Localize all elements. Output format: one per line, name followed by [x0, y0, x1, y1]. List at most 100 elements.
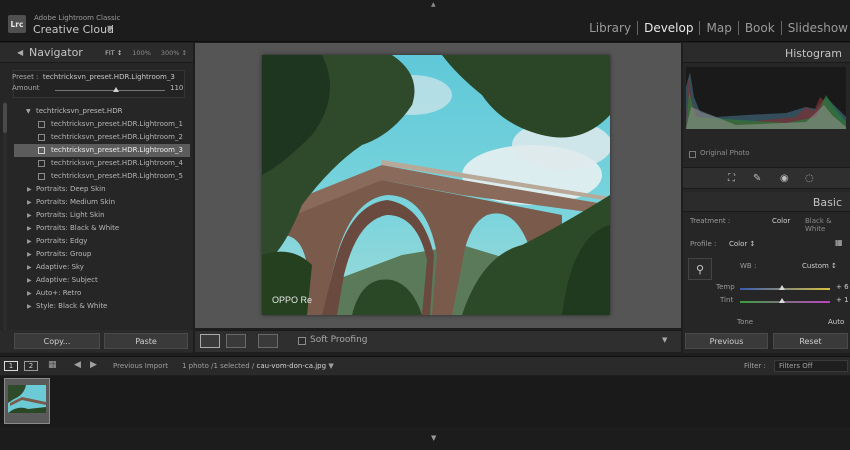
red-eye-icon[interactable]: ◉: [780, 173, 789, 184]
thumbnail-picture: [8, 385, 46, 413]
collapse-filmstrip-icon[interactable]: ▼: [431, 434, 436, 442]
navigator-header[interactable]: ◀ Navigator FIT ↕ 100% 300% ↕: [0, 43, 193, 63]
histogram-header[interactable]: Histogram: [683, 43, 850, 63]
preset-folder-hdr[interactable]: ▼ techtricksvn_preset.HDR: [14, 105, 190, 118]
temp-value[interactable]: + 6: [836, 283, 849, 291]
lightroom-logo: Lrc: [8, 15, 26, 33]
expand-arrow-icon[interactable]: ▶: [27, 196, 32, 209]
preset-item[interactable]: techtricksvn_preset.HDR.Lightroom_1: [14, 118, 190, 131]
masking-icon[interactable]: ◌: [805, 173, 814, 184]
preset-item[interactable]: techtricksvn_preset.HDR.Lightroom_2: [14, 131, 190, 144]
secondary-window-button[interactable]: 2: [24, 361, 38, 371]
preset-group[interactable]: ▶ Portraits: Edgy: [14, 235, 190, 248]
expand-arrow-icon[interactable]: ▶: [27, 183, 32, 196]
amount-value[interactable]: 110: [170, 84, 183, 92]
preset-group[interactable]: ▶ Portraits: Black & White: [14, 222, 190, 235]
previous-import-label[interactable]: Previous Import: [113, 362, 168, 370]
presets-tree: ▼ techtricksvn_preset.HDR techtricksvn_pre…: [14, 105, 190, 313]
wb-value[interactable]: Custom ↕: [802, 262, 837, 270]
back-arrow-icon[interactable]: ◀: [74, 360, 81, 370]
thumbnail-image[interactable]: [8, 385, 46, 413]
navigator-title: Navigator: [29, 46, 83, 59]
temp-slider-track[interactable]: [740, 288, 830, 290]
soft-proofing-checkbox[interactable]: [298, 337, 306, 345]
preset-group[interactable]: ▶ Adaptive: Sky: [14, 261, 190, 274]
left-scrollbar[interactable]: [3, 101, 7, 341]
main-photo[interactable]: OPPO Re: [262, 55, 610, 315]
before-after-icon[interactable]: [226, 334, 246, 348]
left-scrollbar-thumb[interactable]: [3, 103, 7, 133]
temp-slider-knob[interactable]: [779, 285, 785, 290]
profile-label: Profile :: [690, 240, 717, 248]
filename-text[interactable]: cau-vom-don-ca.jpg: [257, 362, 327, 370]
preset-group[interactable]: ▶ Style: Black & White: [14, 300, 190, 313]
expand-arrow-icon[interactable]: ▶: [27, 209, 32, 222]
module-book[interactable]: Book: [739, 21, 782, 35]
loupe-view-icon[interactable]: [200, 334, 220, 348]
preset-group-label: Auto+: Retro: [36, 289, 82, 297]
module-develop[interactable]: Develop: [638, 21, 701, 35]
previous-button[interactable]: Previous: [685, 333, 768, 349]
top-bar: ▲ Lrc Adobe Lightroom Classic Creative C…: [0, 0, 850, 42]
histogram[interactable]: [686, 67, 846, 129]
expand-arrow-icon[interactable]: ▶: [27, 300, 32, 313]
left-panel: ◀ Navigator FIT ↕ 100% 300% ↕ Preset : t…: [0, 43, 193, 353]
module-slideshow[interactable]: Slideshow: [782, 21, 850, 35]
healing-brush-icon[interactable]: ✎: [753, 173, 761, 184]
preset-group[interactable]: ▶ Portraits: Deep Skin: [14, 183, 190, 196]
wb-eyedropper-icon[interactable]: ⚲: [688, 258, 712, 280]
preset-item[interactable]: techtricksvn_preset.HDR.Lightroom_4: [14, 157, 190, 170]
primary-window-button[interactable]: 1: [4, 361, 18, 371]
module-map[interactable]: Map: [700, 21, 739, 35]
amount-slider-track[interactable]: [55, 90, 165, 91]
zoom-100[interactable]: 100%: [132, 49, 151, 57]
preset-item-label: techtricksvn_preset.HDR.Lightroom_4: [51, 159, 183, 167]
preset-item[interactable]: techtricksvn_preset.HDR.Lightroom_5: [14, 170, 190, 183]
collapse-triangle-icon[interactable]: ◀: [17, 48, 23, 57]
grid-view-icon[interactable]: ▦: [48, 360, 57, 370]
treatment-color[interactable]: Color: [772, 217, 790, 225]
expand-arrow-icon[interactable]: ▶: [27, 222, 32, 235]
paste-button[interactable]: Paste: [104, 333, 188, 349]
tint-slider-knob[interactable]: [779, 298, 785, 303]
copy-button[interactable]: Copy...: [14, 333, 100, 349]
compare-view-icon[interactable]: [258, 334, 278, 348]
zoom-300[interactable]: 300% ↕: [161, 49, 187, 57]
zoom-fit[interactable]: FIT ↕: [105, 49, 122, 57]
filter-dropdown[interactable]: Filters Off: [774, 360, 848, 372]
tint-slider-track[interactable]: [740, 301, 830, 303]
toolbar-options-icon[interactable]: ▼: [662, 336, 667, 344]
preset-item[interactable]: techtricksvn_preset.HDR.Lightroom_3: [14, 144, 190, 157]
original-photo-checkbox[interactable]: [689, 151, 696, 158]
expand-triangle-icon[interactable]: ▼: [26, 105, 31, 118]
preset-group[interactable]: ▶ Portraits: Light Skin: [14, 209, 190, 222]
expand-arrow-icon[interactable]: ▶: [27, 261, 32, 274]
profile-browser-icon[interactable]: ▦: [835, 238, 843, 247]
basic-header[interactable]: Basic: [683, 192, 850, 212]
expand-arrow-icon[interactable]: ▶: [27, 235, 32, 248]
expand-arrow-icon[interactable]: ▶: [27, 248, 32, 261]
preset-group[interactable]: ▶ Portraits: Medium Skin: [14, 196, 190, 209]
profile-value[interactable]: Color ↕: [729, 240, 755, 248]
filename-dropdown-icon[interactable]: ▼: [328, 362, 333, 370]
forward-arrow-icon[interactable]: ▶: [90, 360, 97, 370]
expand-arrow-icon[interactable]: ▶: [27, 287, 32, 300]
preset-group-label: Portraits: Medium Skin: [36, 198, 116, 206]
histogram-title: Histogram: [784, 47, 842, 60]
identity-plate[interactable]: Creative Cloud: [33, 23, 114, 36]
collapse-top-panel-icon[interactable]: ▲: [431, 1, 436, 8]
crop-tool-icon[interactable]: ⛶: [728, 173, 735, 184]
preset-group[interactable]: ▶ Auto+: Retro: [14, 287, 190, 300]
tint-value[interactable]: + 1: [836, 296, 849, 304]
preset-group[interactable]: ▶ Portraits: Group: [14, 248, 190, 261]
module-library[interactable]: Library: [583, 21, 639, 35]
tone-auto-button[interactable]: Auto: [828, 318, 844, 326]
reset-button[interactable]: Reset: [773, 333, 848, 349]
identity-dropdown-icon[interactable]: ▼: [107, 24, 113, 33]
preset-group[interactable]: ▶ Adaptive: Subject: [14, 274, 190, 287]
preset-group-label: Portraits: Black & White: [36, 224, 120, 232]
expand-arrow-icon[interactable]: ▶: [27, 274, 32, 287]
treatment-bw[interactable]: Black & White: [805, 217, 850, 233]
wb-label: WB :: [740, 262, 757, 270]
amount-slider-knob[interactable]: [112, 87, 119, 92]
